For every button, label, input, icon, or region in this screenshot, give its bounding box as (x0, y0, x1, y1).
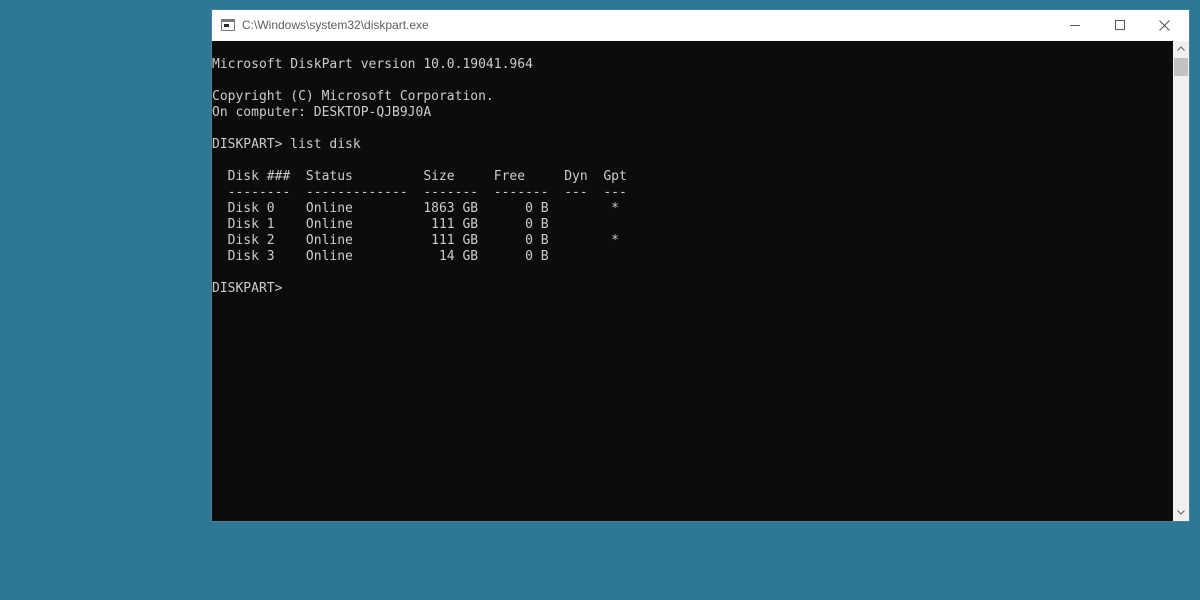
minimize-button[interactable] (1052, 10, 1098, 41)
command-prompt[interactable]: DISKPART> (212, 281, 1173, 297)
disk-table-row: Disk 1 Online 111 GB 0 B (212, 217, 549, 232)
scroll-thumb[interactable] (1174, 58, 1188, 76)
console-line: Microsoft DiskPart version 10.0.19041.96… (212, 57, 533, 72)
chevron-down-icon (1177, 510, 1185, 515)
diskpart-window[interactable]: C:\Windows\system32\diskpart.exe Microso… (212, 10, 1189, 521)
disk-table-row: Disk 2 Online 111 GB 0 B * (212, 233, 619, 248)
console-line: On computer: DESKTOP-QJB9J0A (212, 105, 432, 120)
maximize-icon (1115, 20, 1125, 30)
disk-table-row: Disk 0 Online 1863 GB 0 B * (212, 201, 619, 216)
title-bar[interactable]: C:\Windows\system32\diskpart.exe (212, 10, 1189, 41)
console-text: Microsoft DiskPart version 10.0.19041.96… (212, 41, 1173, 297)
disk-table-header: Disk ### Status Size Free Dyn Gpt (212, 169, 627, 184)
disk-table-separator: -------- ------------- ------- ------- -… (212, 185, 627, 200)
console-output[interactable]: Microsoft DiskPart version 10.0.19041.96… (212, 41, 1173, 521)
minimize-icon (1070, 25, 1080, 26)
console-line: DISKPART> list disk (212, 137, 361, 152)
close-button[interactable] (1142, 10, 1188, 41)
vertical-scrollbar[interactable] (1173, 41, 1189, 521)
console-icon[interactable] (221, 19, 235, 31)
maximize-button[interactable] (1097, 10, 1143, 41)
scroll-up-button[interactable] (1173, 41, 1189, 57)
window-title: C:\Windows\system32\diskpart.exe (242, 18, 429, 32)
close-icon (1159, 20, 1170, 31)
disk-table-row: Disk 3 Online 14 GB 0 B (212, 249, 549, 264)
scroll-down-button[interactable] (1173, 505, 1189, 521)
chevron-up-icon (1177, 46, 1185, 51)
console-line: Copyright (C) Microsoft Corporation. (212, 89, 494, 104)
